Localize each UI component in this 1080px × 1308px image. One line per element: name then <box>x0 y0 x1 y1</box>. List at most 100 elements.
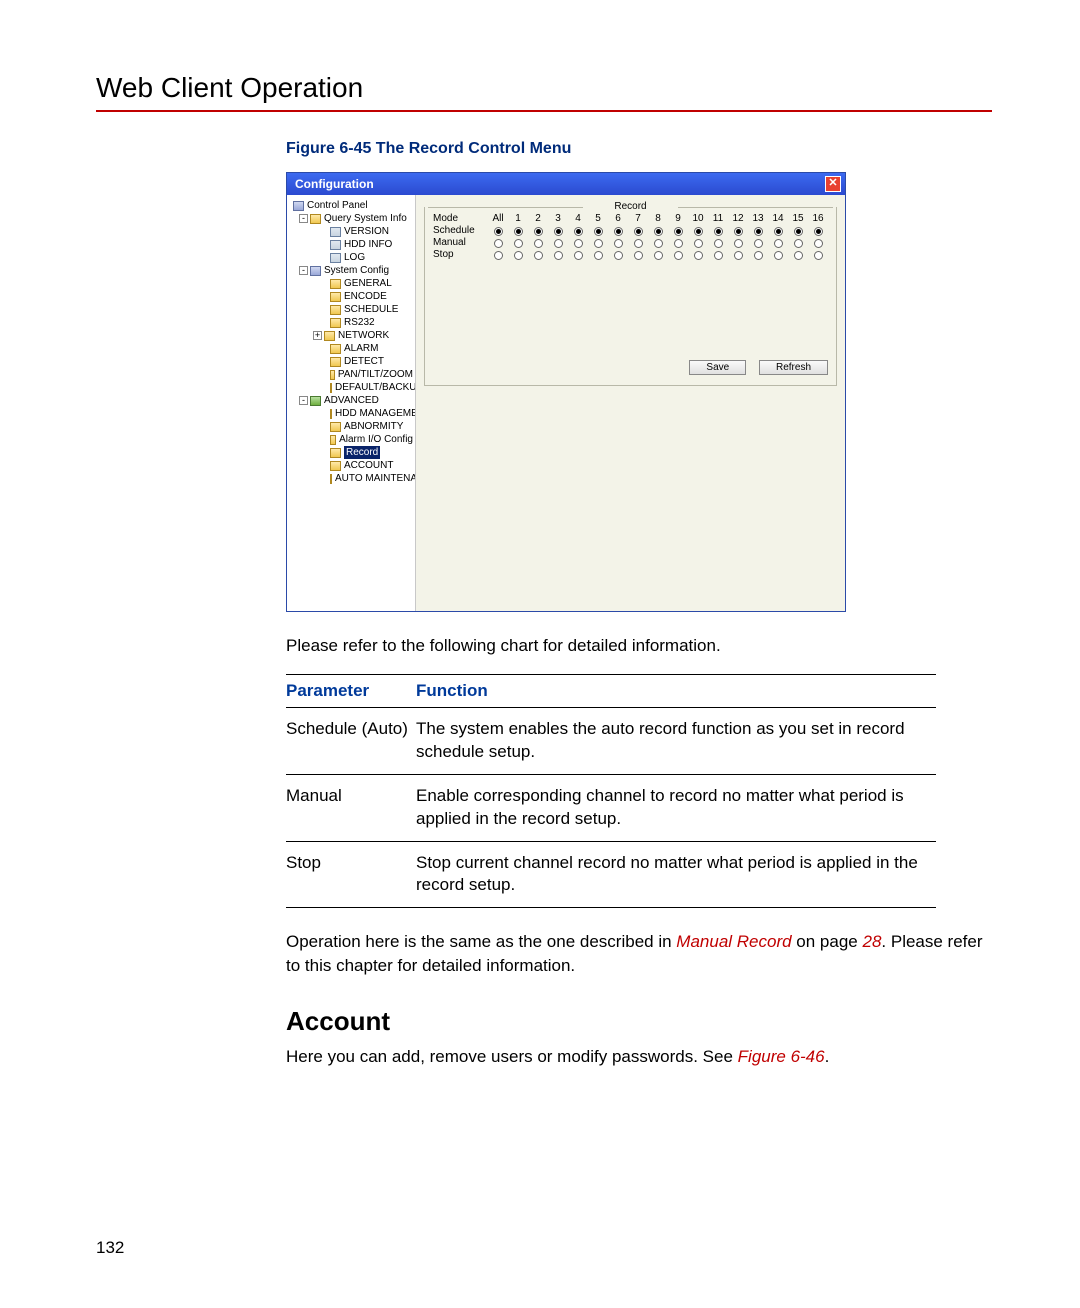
tree-item[interactable]: -Query System Info <box>289 212 413 225</box>
radio-ch16-stop[interactable] <box>814 251 823 260</box>
radio-ch6-manual[interactable] <box>614 239 623 248</box>
radio-ch14-schedule[interactable] <box>774 227 783 236</box>
radio-ch13-schedule[interactable] <box>754 227 763 236</box>
tree-item[interactable]: RS232 <box>289 316 413 329</box>
folder-icon <box>330 344 341 354</box>
channel-header: 6 <box>608 213 628 224</box>
figure-caption: Figure 6-45 The Record Control Menu <box>286 140 992 158</box>
radio-ch16-schedule[interactable] <box>814 227 823 236</box>
radio-ch3-stop[interactable] <box>554 251 563 260</box>
radio-ch6-schedule[interactable] <box>614 227 623 236</box>
radio-ch11-stop[interactable] <box>714 251 723 260</box>
radio-ch8-schedule[interactable] <box>654 227 663 236</box>
tree-item[interactable]: ABNORMITY <box>289 420 413 433</box>
config-window: Configuration ✕ Control Panel-Query Syst… <box>286 172 846 612</box>
radio-ch15-manual[interactable] <box>794 239 803 248</box>
radio-ch11-manual[interactable] <box>714 239 723 248</box>
radio-ch14-stop[interactable] <box>774 251 783 260</box>
radio-ch12-manual[interactable] <box>734 239 743 248</box>
expand-icon[interactable]: + <box>313 331 322 340</box>
radio-ch13-stop[interactable] <box>754 251 763 260</box>
expand-icon[interactable]: - <box>299 396 308 405</box>
radio-ch10-schedule[interactable] <box>694 227 703 236</box>
tree-item[interactable]: DEFAULT/BACKUP <box>289 381 413 394</box>
tree-item[interactable]: LOG <box>289 251 413 264</box>
tree-item[interactable]: ENCODE <box>289 290 413 303</box>
radio-ch12-stop[interactable] <box>734 251 743 260</box>
all-header: All <box>488 213 508 224</box>
radio-ch7-schedule[interactable] <box>634 227 643 236</box>
tree-item[interactable]: PAN/TILT/ZOOM <box>289 368 413 381</box>
radio-ch1-manual[interactable] <box>514 239 523 248</box>
tree-item[interactable]: ACCOUNT <box>289 459 413 472</box>
channel-header: 5 <box>588 213 608 224</box>
radio-ch9-stop[interactable] <box>674 251 683 260</box>
radio-ch10-manual[interactable] <box>694 239 703 248</box>
tree-item[interactable]: AUTO MAINTENANCE <box>289 472 413 485</box>
save-button[interactable]: Save <box>689 360 746 375</box>
radio-ch9-schedule[interactable] <box>674 227 683 236</box>
radio-ch5-schedule[interactable] <box>594 227 603 236</box>
tree-item[interactable]: ALARM <box>289 342 413 355</box>
refresh-button[interactable]: Refresh <box>759 360 828 375</box>
radio-ch3-manual[interactable] <box>554 239 563 248</box>
folder-icon <box>330 474 332 484</box>
channel-header: 14 <box>768 213 788 224</box>
tree-item[interactable]: Record <box>289 446 413 459</box>
channel-header: 9 <box>668 213 688 224</box>
radio-ch7-stop[interactable] <box>634 251 643 260</box>
radio-ch2-schedule[interactable] <box>534 227 543 236</box>
tree-item[interactable]: DETECT <box>289 355 413 368</box>
radio-ch2-manual[interactable] <box>534 239 543 248</box>
tree-item[interactable]: Alarm I/O Config <box>289 433 413 446</box>
folder-icon <box>330 227 341 237</box>
tree-item[interactable]: GENERAL <box>289 277 413 290</box>
page-title: Web Client Operation <box>96 72 992 112</box>
radio-ch9-manual[interactable] <box>674 239 683 248</box>
radio-ch6-stop[interactable] <box>614 251 623 260</box>
folder-icon <box>324 331 335 341</box>
radio-ch1-stop[interactable] <box>514 251 523 260</box>
radio-all-manual[interactable] <box>494 239 503 248</box>
tree-item[interactable]: -ADVANCED <box>289 394 413 407</box>
radio-ch2-stop[interactable] <box>534 251 543 260</box>
radio-ch4-stop[interactable] <box>574 251 583 260</box>
radio-ch11-schedule[interactable] <box>714 227 723 236</box>
radio-ch15-stop[interactable] <box>794 251 803 260</box>
radio-all-stop[interactable] <box>494 251 503 260</box>
radio-ch8-stop[interactable] <box>654 251 663 260</box>
radio-ch5-stop[interactable] <box>594 251 603 260</box>
tree-item[interactable]: SCHEDULE <box>289 303 413 316</box>
table-row: StopStop current channel record no matte… <box>286 841 936 908</box>
radio-ch4-schedule[interactable] <box>574 227 583 236</box>
radio-ch15-schedule[interactable] <box>794 227 803 236</box>
tree-item[interactable]: HDD INFO <box>289 238 413 251</box>
radio-ch13-manual[interactable] <box>754 239 763 248</box>
radio-ch10-stop[interactable] <box>694 251 703 260</box>
table-row: Schedule (Auto)The system enables the au… <box>286 707 936 774</box>
tree-item[interactable]: HDD MANAGEMENT <box>289 407 413 420</box>
radio-ch12-schedule[interactable] <box>734 227 743 236</box>
expand-icon[interactable]: - <box>299 266 308 275</box>
expand-icon[interactable]: - <box>299 214 308 223</box>
radio-ch4-manual[interactable] <box>574 239 583 248</box>
radio-ch7-manual[interactable] <box>634 239 643 248</box>
folder-icon <box>330 292 341 302</box>
tree-item[interactable]: VERSION <box>289 225 413 238</box>
radio-ch5-manual[interactable] <box>594 239 603 248</box>
folder-icon <box>330 305 341 315</box>
radio-ch14-manual[interactable] <box>774 239 783 248</box>
folder-icon <box>330 435 336 445</box>
tree-item[interactable]: -System Config <box>289 264 413 277</box>
close-icon[interactable]: ✕ <box>825 176 841 192</box>
tree-root-label[interactable]: Control Panel <box>307 199 368 212</box>
radio-ch16-manual[interactable] <box>814 239 823 248</box>
channel-header: 11 <box>708 213 728 224</box>
radio-ch3-schedule[interactable] <box>554 227 563 236</box>
tree-item[interactable]: +NETWORK <box>289 329 413 342</box>
intro-text: Please refer to the following chart for … <box>286 634 992 658</box>
radio-all-schedule[interactable] <box>494 227 503 236</box>
radio-ch8-manual[interactable] <box>654 239 663 248</box>
radio-ch1-schedule[interactable] <box>514 227 523 236</box>
nav-tree[interactable]: Control Panel-Query System InfoVERSIONHD… <box>287 195 416 611</box>
